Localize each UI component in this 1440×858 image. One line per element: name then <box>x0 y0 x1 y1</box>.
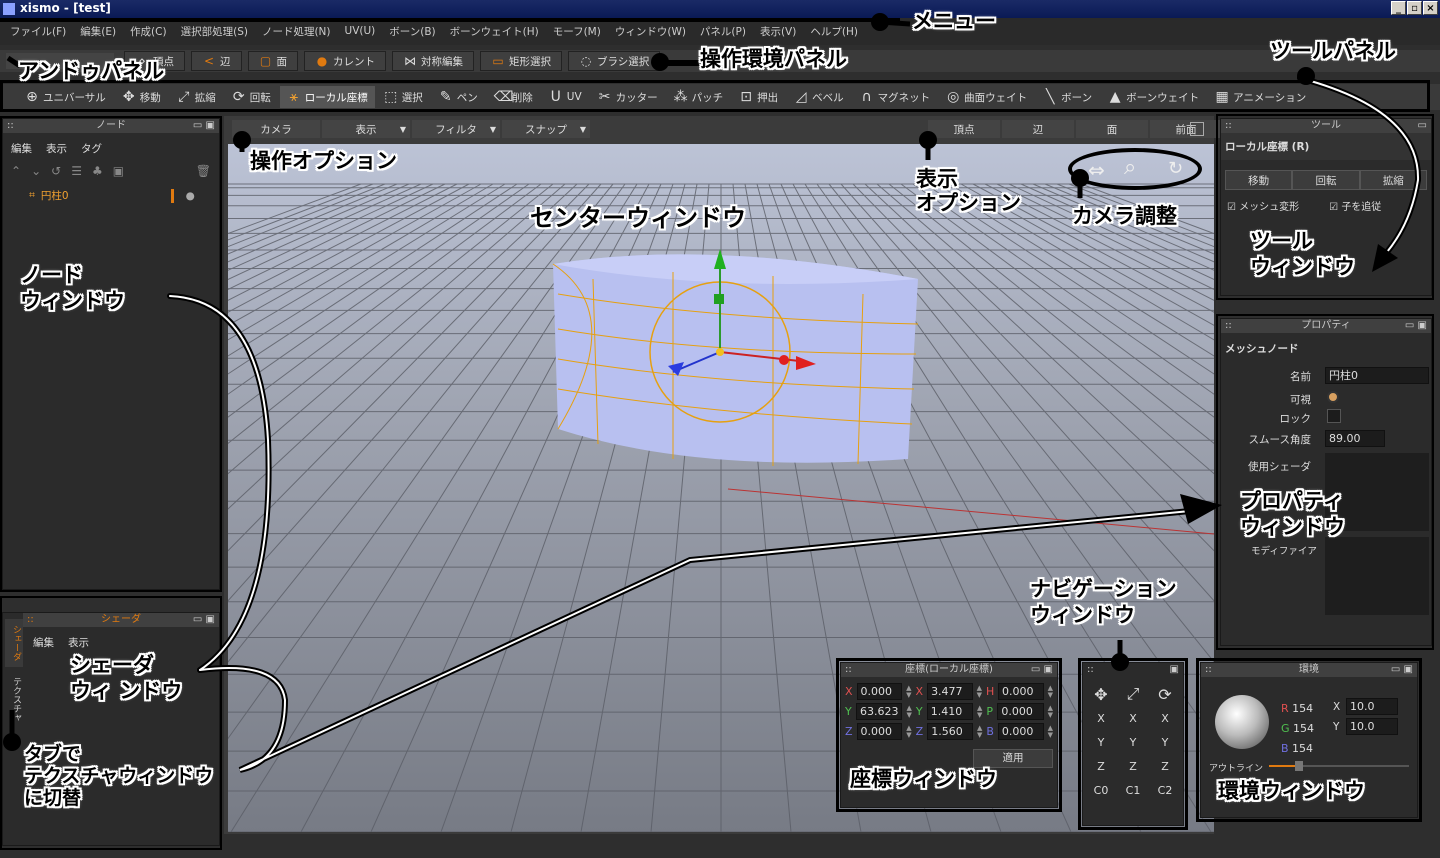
callout-node-2: ウィンドウ <box>20 289 125 313</box>
callout-node-1: ノード <box>20 263 83 287</box>
callout-camera: カメラ調整 <box>1072 204 1177 228</box>
callout-op-opt: 操作オプション <box>250 149 397 173</box>
callout-tab-3: に切替 <box>24 787 82 809</box>
callout-nav-2: ウィンドウ <box>1030 603 1135 627</box>
callout-menu: メニュー <box>912 9 996 33</box>
callout-prop-2: ウィンドウ <box>1240 515 1345 539</box>
callout-shader-1: シェーダ <box>70 653 154 677</box>
callout-prop-1: プロパティ <box>1240 489 1344 513</box>
callout-center: センターウィンドウ <box>530 204 746 232</box>
callout-toolw-1: ツール <box>1250 229 1313 253</box>
callout-env: 操作環境パネル <box>700 47 847 71</box>
callout-nav-1: ナビゲーション <box>1030 577 1177 601</box>
callout-tool-panel: ツールパネル <box>1270 39 1396 63</box>
callout-undo: アンドゥパネル <box>18 59 165 83</box>
callout-tab-2: テクスチャウィンドウ <box>24 765 214 787</box>
callout-tab-1: タブで <box>24 743 82 765</box>
callout-toolw-2: ウィンドウ <box>1250 255 1355 279</box>
callout-coord: 座標ウィンドウ <box>850 767 997 791</box>
callout-shader-2: ウィ ンドウ <box>70 679 183 703</box>
callout-disp-opt-2: オプション <box>916 191 1021 215</box>
callout-arrows <box>3 13 1422 773</box>
callout-disp-opt-1: 表示 <box>916 167 958 191</box>
callout-env-window: 環境ウィンドウ <box>1218 779 1365 803</box>
